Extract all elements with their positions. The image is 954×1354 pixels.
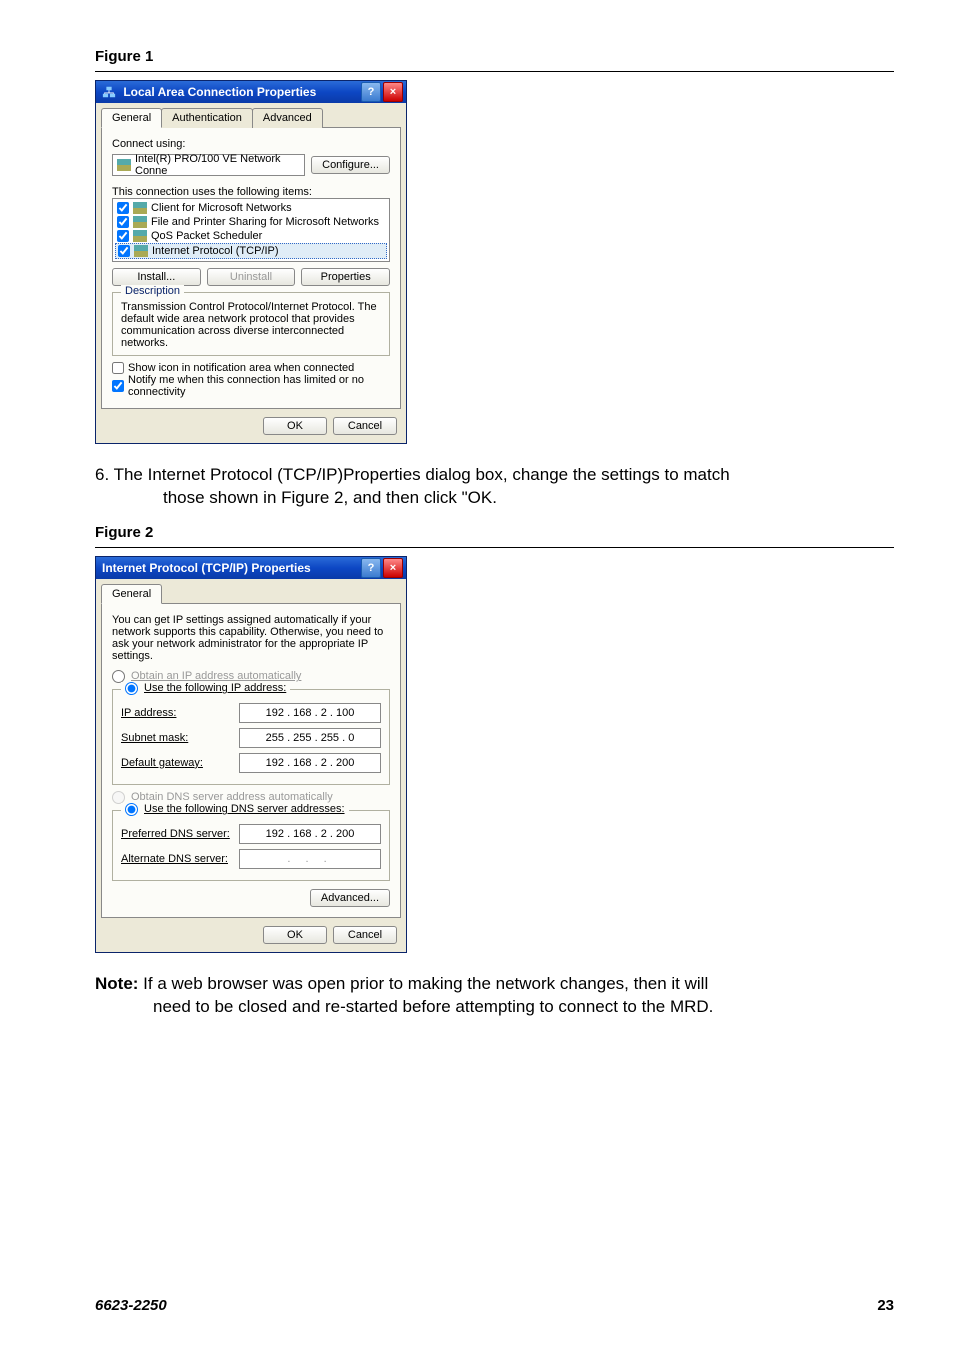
close-button[interactable]: × <box>383 82 403 102</box>
dialog-tcpip-properties: Internet Protocol (TCP/IP) Properties ? … <box>95 556 407 953</box>
checkbox[interactable] <box>112 380 124 392</box>
cancel-button[interactable]: Cancel <box>333 417 397 435</box>
tab-panel-general: Connect using: Intel(R) PRO/100 VE Netwo… <box>101 128 401 409</box>
alternate-dns-field[interactable]: . . . <box>239 849 381 869</box>
radio-label: Use the following IP address: <box>144 682 286 694</box>
properties-button[interactable]: Properties <box>301 268 390 286</box>
checkbox[interactable] <box>112 362 124 374</box>
checkbox[interactable] <box>117 216 129 228</box>
dialog-local-area-connection: Local Area Connection Properties ? × Gen… <box>95 80 407 444</box>
list-item-label: Client for Microsoft Networks <box>151 202 292 214</box>
adapter-name: Intel(R) PRO/100 VE Network Conne <box>135 153 300 177</box>
checkbox[interactable] <box>117 230 129 242</box>
tabs: General <box>101 583 401 604</box>
ip-address-field[interactable]: 192 . 168 . 2 . 100 <box>239 703 381 723</box>
window-title-text: Internet Protocol (TCP/IP) Properties <box>102 561 311 575</box>
help-button[interactable]: ? <box>361 558 381 578</box>
tab-general[interactable]: General <box>101 108 162 128</box>
group-title: Use the following IP address: <box>121 682 290 695</box>
figure-1-label: Figure 1 <box>95 48 894 65</box>
description-group: Description Transmission Control Protoco… <box>112 292 390 356</box>
adapter-field[interactable]: Intel(R) PRO/100 VE Network Conne <box>112 154 305 176</box>
note-line1: If a web browser was open prior to makin… <box>138 974 708 993</box>
step-6-line1: 6. The Internet Protocol (TCP/IP)Propert… <box>95 465 730 484</box>
tab-general[interactable]: General <box>101 584 162 604</box>
list-item-label: Internet Protocol (TCP/IP) <box>152 245 279 257</box>
list-item-label: File and Printer Sharing for Microsoft N… <box>151 216 379 228</box>
connect-using-label: Connect using: <box>112 138 390 150</box>
note-line2: need to be closed and re-started before … <box>153 996 894 1019</box>
description-text: Transmission Control Protocol/Internet P… <box>121 301 381 349</box>
titlebar-buttons: ? × <box>361 82 403 102</box>
adapter-icon <box>117 159 131 171</box>
figure-2-label: Figure 2 <box>95 524 894 541</box>
radio-label: Obtain an IP address automatically <box>131 670 301 682</box>
tab-panel-general: You can get IP settings assigned automat… <box>101 604 401 918</box>
advanced-button[interactable]: Advanced... <box>310 889 390 907</box>
install-button[interactable]: Install... <box>112 268 201 286</box>
preferred-dns-field[interactable]: 192 . 168 . 2 . 200 <box>239 824 381 844</box>
group-title: Use the following DNS server addresses: <box>121 803 349 816</box>
service-icon <box>133 216 147 228</box>
checkbox[interactable] <box>118 245 130 257</box>
radio-label: Use the following DNS server addresses: <box>144 803 345 815</box>
tabs: General Authentication Advanced <box>101 107 401 128</box>
radio[interactable] <box>125 682 138 695</box>
page-number: 23 <box>877 1297 894 1314</box>
help-button[interactable]: ? <box>361 82 381 102</box>
alternate-dns-label: Alternate DNS server: <box>121 853 228 865</box>
network-icon <box>102 85 116 99</box>
step-6-text: 6. The Internet Protocol (TCP/IP)Propert… <box>95 464 894 510</box>
component-list[interactable]: Client for Microsoft Networks File and P… <box>112 198 390 262</box>
description-title: Description <box>121 285 184 297</box>
radio[interactable] <box>125 803 138 816</box>
ok-button[interactable]: OK <box>263 926 327 944</box>
help-text: You can get IP settings assigned automat… <box>112 614 390 662</box>
divider <box>95 71 894 72</box>
list-item[interactable]: File and Printer Sharing for Microsoft N… <box>115 215 387 229</box>
protocol-icon <box>134 245 148 257</box>
show-icon-label: Show icon in notification area when conn… <box>128 362 354 374</box>
note-label: Note: <box>95 974 138 993</box>
subnet-mask-label: Subnet mask: <box>121 732 188 744</box>
list-item-label: QoS Packet Scheduler <box>151 230 262 242</box>
list-item-selected[interactable]: Internet Protocol (TCP/IP) <box>115 243 387 259</box>
note-text: Note: If a web browser was open prior to… <box>95 973 894 1019</box>
window-title-text: Local Area Connection Properties <box>123 85 316 99</box>
checkbox[interactable] <box>117 202 129 214</box>
cancel-button[interactable]: Cancel <box>333 926 397 944</box>
list-item[interactable]: Client for Microsoft Networks <box>115 201 387 215</box>
titlebar: Local Area Connection Properties ? × <box>96 81 406 103</box>
notify-label: Notify me when this connection has limit… <box>128 374 390 398</box>
ip-group: Use the following IP address: IP address… <box>112 689 390 785</box>
dns-group: Use the following DNS server addresses: … <box>112 810 390 881</box>
window-title: Local Area Connection Properties <box>102 85 316 100</box>
default-gateway-label: Default gateway: <box>121 757 203 769</box>
uninstall-button: Uninstall <box>207 268 296 286</box>
tab-advanced[interactable]: Advanced <box>252 108 323 128</box>
default-gateway-field[interactable]: 192 . 168 . 2 . 200 <box>239 753 381 773</box>
divider <box>95 547 894 548</box>
radio-label: Obtain DNS server address automatically <box>131 791 333 803</box>
configure-button[interactable]: Configure... <box>311 156 390 174</box>
ip-address-label: IP address: <box>121 707 176 719</box>
items-heading: This connection uses the following items… <box>112 186 390 198</box>
tab-authentication[interactable]: Authentication <box>161 108 253 128</box>
titlebar-buttons: ? × <box>361 558 403 578</box>
list-item[interactable]: QoS Packet Scheduler <box>115 229 387 243</box>
notify-option[interactable]: Notify me when this connection has limit… <box>112 374 390 398</box>
ok-button[interactable]: OK <box>263 417 327 435</box>
step-6-line2: those shown in Figure 2, and then click … <box>163 487 894 510</box>
preferred-dns-label: Preferred DNS server: <box>121 828 230 840</box>
client-icon <box>133 202 147 214</box>
subnet-mask-field[interactable]: 255 . 255 . 255 . 0 <box>239 728 381 748</box>
titlebar: Internet Protocol (TCP/IP) Properties ? … <box>96 557 406 579</box>
show-icon-option[interactable]: Show icon in notification area when conn… <box>112 362 390 374</box>
close-button[interactable]: × <box>383 558 403 578</box>
document-number: 6623-2250 <box>95 1297 167 1314</box>
service-icon <box>133 230 147 242</box>
page-footer: 6623-2250 23 <box>95 1297 894 1314</box>
